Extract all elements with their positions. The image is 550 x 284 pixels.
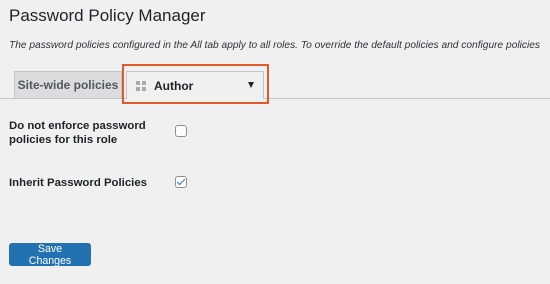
page-description: The password policies configured in the … — [9, 40, 540, 51]
checkmark-icon — [176, 176, 186, 186]
enforce-policies-label: Do not enforce password policies for thi… — [9, 120, 146, 146]
highlight-box — [122, 64, 269, 104]
tabs-divider — [0, 98, 550, 99]
tab-site-wide-policies[interactable]: Site-wide policies — [14, 71, 122, 98]
inherit-policies-checkbox[interactable] — [175, 176, 187, 188]
page-title: Password Policy Manager — [9, 6, 206, 25]
inherit-policies-label: Inherit Password Policies — [9, 177, 148, 189]
save-changes-button[interactable]: Save Changes — [9, 243, 91, 267]
enforce-policies-checkbox[interactable] — [175, 125, 187, 137]
